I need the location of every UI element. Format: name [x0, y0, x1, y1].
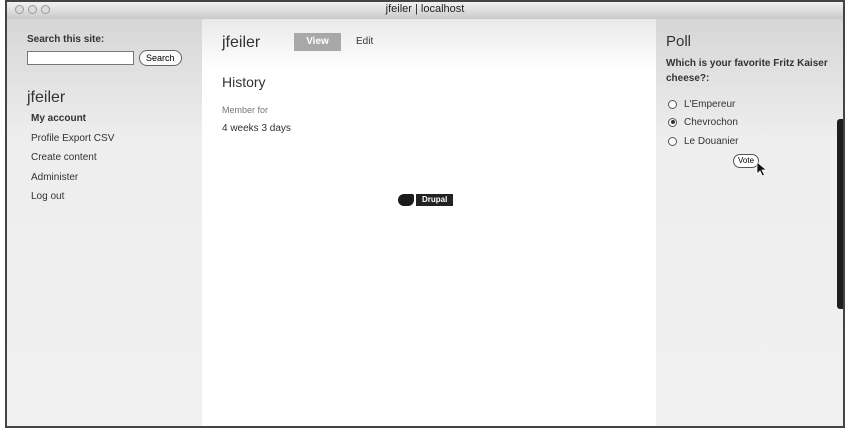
nav-item-profile-export-csv[interactable]: Profile Export CSV [27, 133, 114, 153]
member-for-label: Member for [222, 105, 269, 115]
nav-item-administer[interactable]: Administer [27, 172, 114, 192]
history-heading: History [222, 74, 266, 90]
poll-option-le-douanier[interactable]: Le Douanier [668, 134, 738, 148]
left-sidebar: Search this site: Search jfeiler My acco… [7, 19, 202, 426]
search-input[interactable] [27, 51, 134, 65]
poll-option-chevrochon[interactable]: Chevrochon [668, 115, 738, 129]
tab-edit[interactable]: Edit [356, 33, 373, 51]
scrollbar[interactable] [837, 119, 843, 309]
poll-heading: Poll [666, 33, 692, 50]
user-navigation: My account Profile Export CSV Create con… [27, 113, 114, 211]
tab-view[interactable]: View [294, 33, 341, 51]
radio-button-selected[interactable] [668, 117, 677, 127]
pointer-cursor-icon [756, 161, 768, 177]
main-header [202, 19, 656, 69]
nav-item-my-account[interactable]: My account [27, 113, 114, 133]
user-block-heading: jfeiler [27, 89, 66, 106]
poll-option-lempereur[interactable]: L'Empereur [668, 97, 735, 111]
member-for-value: 4 weeks 3 days [222, 123, 291, 134]
radio-button[interactable] [668, 136, 677, 146]
search-label: Search this site: [27, 34, 105, 45]
drupal-drop-icon [398, 194, 414, 206]
main-content: jfeiler View Edit History Member for 4 w… [202, 19, 656, 426]
nav-item-create-content[interactable]: Create content [27, 152, 114, 172]
page-title: jfeiler [222, 34, 261, 51]
right-sidebar: Poll Which is your favorite Fritz Kaiser… [656, 19, 843, 426]
poll-option-label: Chevrochon [684, 116, 738, 128]
search-button[interactable]: Search [139, 50, 182, 66]
radio-button[interactable] [668, 99, 677, 109]
window-title: jfeiler | localhost [385, 3, 465, 15]
nav-item-log-out[interactable]: Log out [27, 191, 114, 211]
poll-option-label: L'Empereur [684, 98, 736, 110]
title-bar: jfeiler | localhost [7, 2, 843, 20]
drupal-badge[interactable]: Drupal [398, 194, 454, 206]
page-content: Search this site: Search jfeiler My acco… [7, 19, 843, 426]
drupal-badge-label: Drupal [416, 194, 454, 206]
poll-question: Which is your favorite Fritz Kaiser chee… [666, 58, 828, 84]
poll-option-label: Le Douanier [684, 135, 739, 147]
browser-window: jfeiler | localhost Search this site: Se… [5, 0, 845, 428]
